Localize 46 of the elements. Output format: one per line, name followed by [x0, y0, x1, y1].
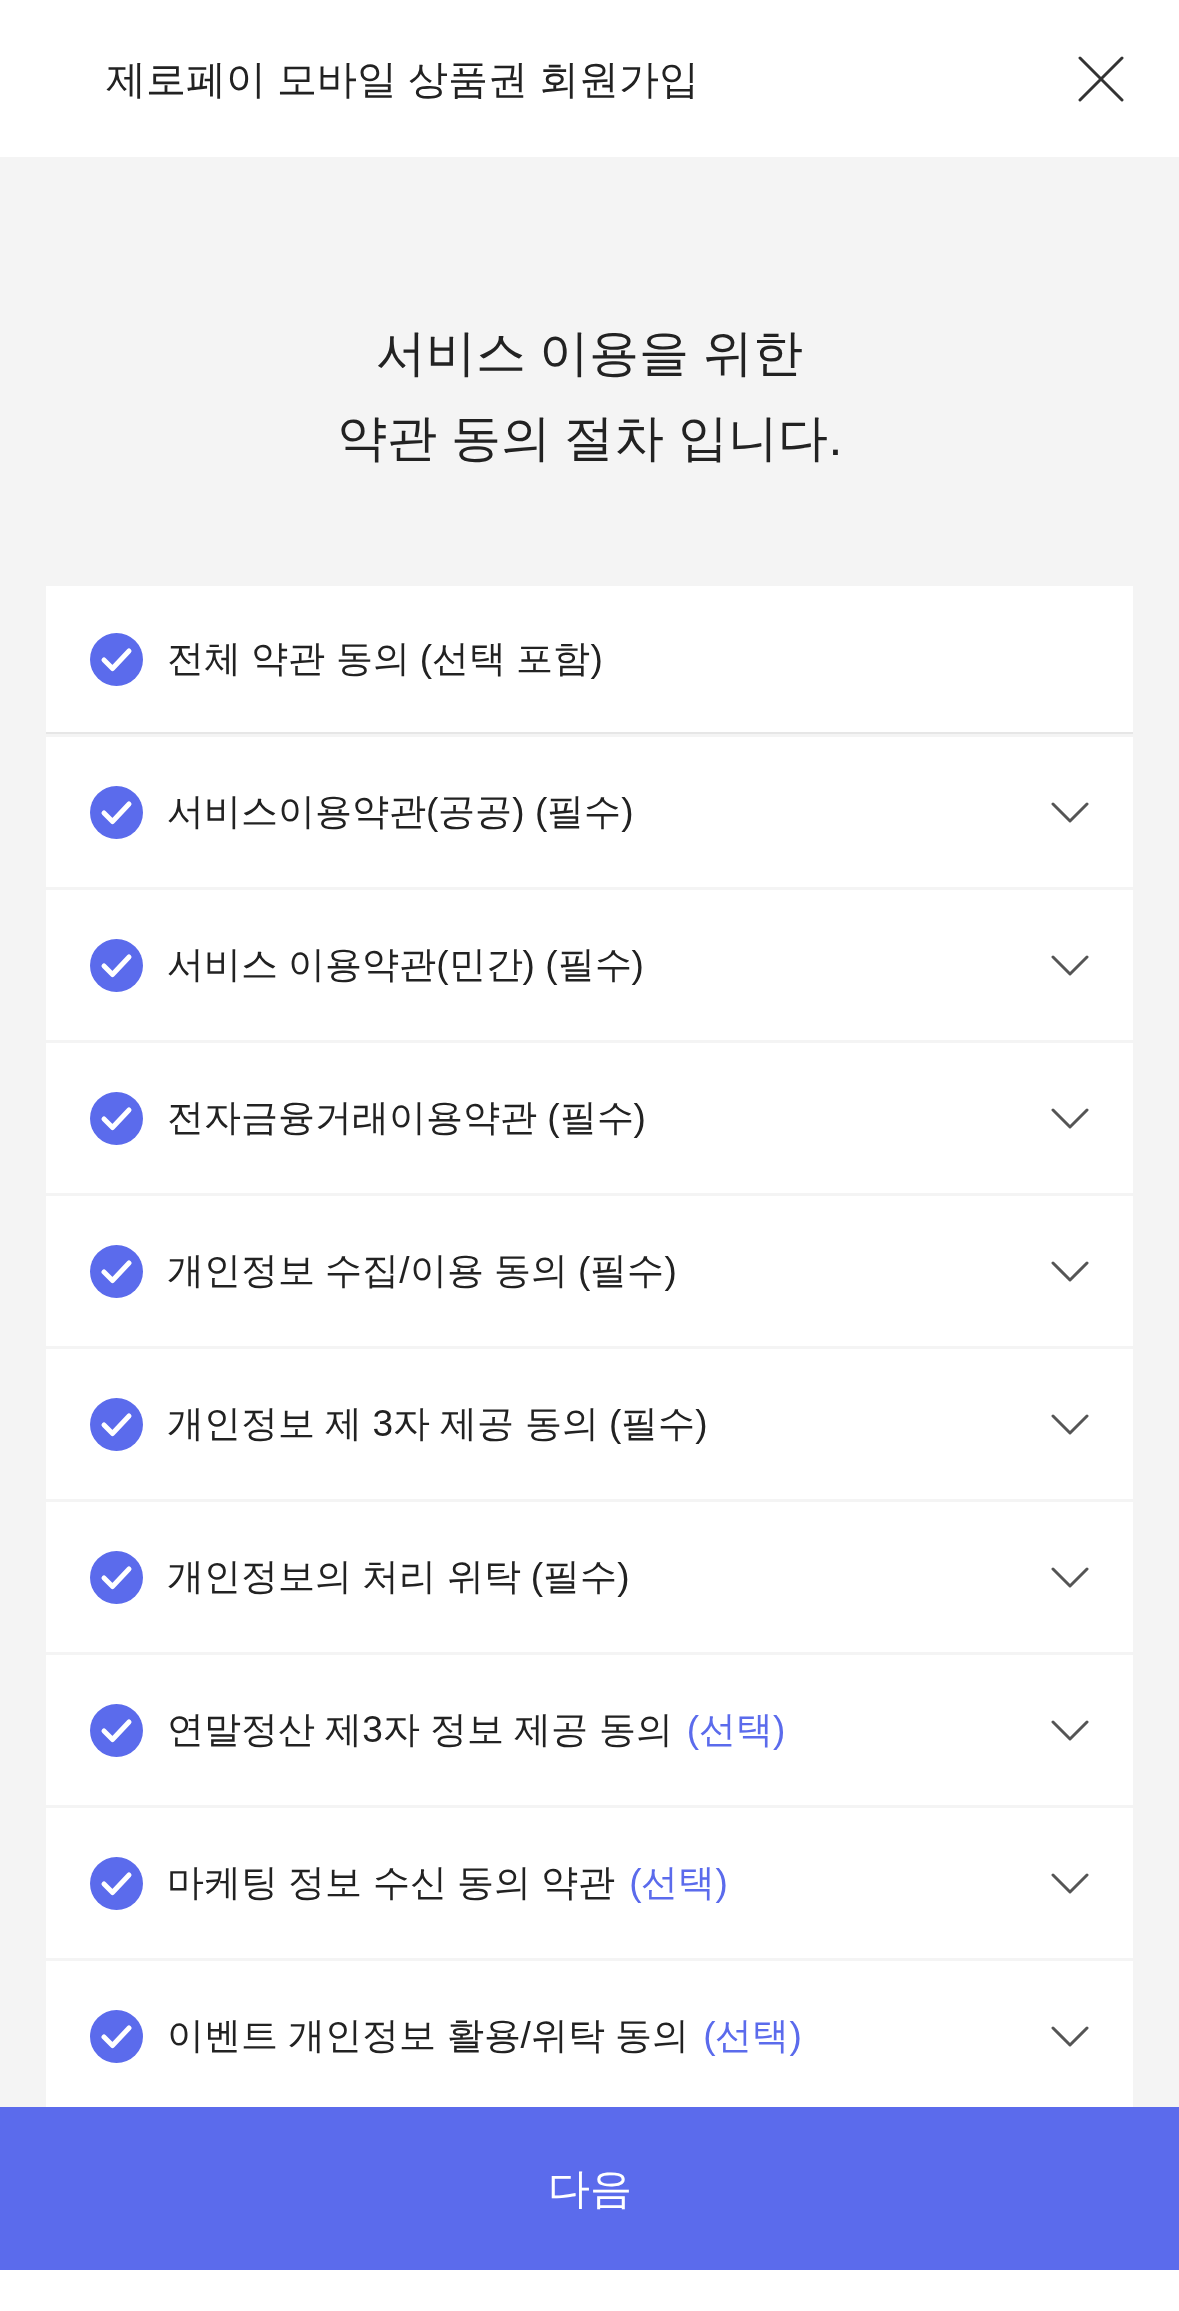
terms-row[interactable]: 마케팅 정보 수신 동의 약관 (선택)	[46, 1808, 1133, 1958]
terms-label: 서비스 이용약관(민간) (필수)	[167, 943, 644, 988]
terms-row[interactable]: 개인정보 제 3자 제공 동의 (필수)	[46, 1349, 1133, 1499]
terms-row[interactable]: 개인정보의 처리 위탁 (필수)	[46, 1502, 1133, 1652]
checkbox[interactable]	[90, 1550, 143, 1604]
agree-all-label: 전체 약관 동의 (선택 포함)	[167, 637, 603, 682]
next-button[interactable]: 다음	[0, 2107, 1179, 2270]
checkbox[interactable]	[90, 2009, 143, 2063]
chevron-icon[interactable]	[1051, 2025, 1089, 2047]
chevron-icon[interactable]	[1051, 954, 1089, 976]
checkbox[interactable]	[90, 1244, 143, 1298]
terms-row[interactable]: 서비스 이용약관(민간) (필수)	[46, 890, 1133, 1040]
chevron-icon[interactable]	[1051, 1107, 1089, 1129]
terms-label: 연말정산 제3자 정보 제공 동의	[167, 1708, 673, 1753]
checkbox[interactable]	[90, 1397, 143, 1451]
terms-row[interactable]: 전자금융거래이용약관 (필수)	[46, 1043, 1133, 1193]
checkbox[interactable]	[90, 938, 143, 992]
checkbox[interactable]	[90, 1091, 143, 1145]
chevron-icon[interactable]	[1051, 1413, 1089, 1435]
checkbox[interactable]	[90, 1703, 143, 1757]
intro-heading: 서비스 이용을 위한 약관 동의 절차 입니다.	[335, 324, 844, 468]
terms-label: 개인정보의 처리 위탁 (필수)	[167, 1555, 630, 1600]
optional-tag: (선택)	[686, 1702, 786, 1758]
terms-row[interactable]: 서비스이용약관(공공) (필수)	[46, 737, 1133, 887]
optional-tag: (선택)	[703, 2008, 802, 2064]
checkbox[interactable]	[90, 785, 143, 839]
agree-all-row[interactable]: 전체 약관 동의 (선택 포함)	[46, 586, 1133, 734]
terms-label: 이벤트 개인정보 활용/위탁 동의	[167, 2014, 690, 2059]
chevron-icon[interactable]	[1051, 1872, 1089, 1894]
page-title: 제로페이 모바일 상품권 회원가입	[106, 55, 700, 103]
terms-row[interactable]: 연말정산 제3자 정보 제공 동의 (선택)	[46, 1655, 1133, 1805]
checkbox[interactable]	[90, 1856, 143, 1910]
chevron-icon[interactable]	[1051, 1260, 1089, 1282]
terms-label: 전자금융거래이용약관 (필수)	[167, 1096, 646, 1141]
terms-row[interactable]: 이벤트 개인정보 활용/위탁 동의 (선택)	[46, 1961, 1133, 2107]
chevron-icon[interactable]	[1051, 1566, 1089, 1588]
terms-label: 서비스이용약관(공공) (필수)	[167, 790, 634, 835]
close-icon[interactable]	[1078, 55, 1124, 102]
terms-label: 개인정보 수집/이용 동의 (필수)	[167, 1249, 677, 1294]
terms-row[interactable]: 개인정보 수집/이용 동의 (필수)	[46, 1196, 1133, 1346]
chevron-icon[interactable]	[1051, 1719, 1089, 1741]
optional-tag: (선택)	[629, 1855, 728, 1911]
chevron-icon[interactable]	[1051, 801, 1089, 823]
terms-label: 마케팅 정보 수신 동의 약관	[167, 1861, 616, 1906]
terms-label: 개인정보 제 3자 제공 동의 (필수)	[167, 1402, 708, 1447]
checkbox[interactable]	[90, 632, 143, 686]
